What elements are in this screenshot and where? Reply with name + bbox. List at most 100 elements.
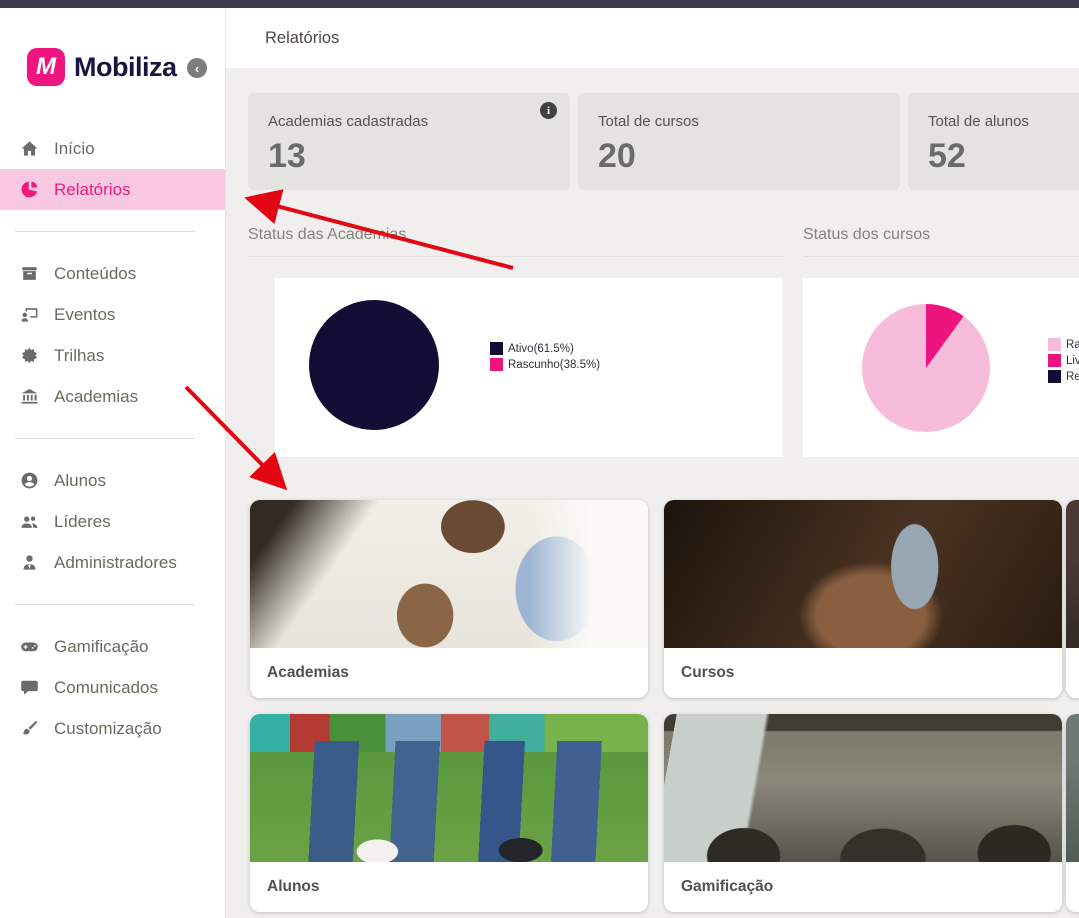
sidebar-item-customizacao[interactable]: Customização bbox=[0, 708, 225, 749]
sidebar-item-eventos[interactable]: Eventos bbox=[0, 294, 225, 335]
app-window: M Mobiliza ‹ Início Relatórios bbox=[0, 0, 1079, 918]
mobiliza-logo-icon: M bbox=[27, 48, 65, 86]
legend-item-rascunho[interactable]: Rascunho(15%) bbox=[1048, 338, 1079, 351]
sidebar-item-label: Academias bbox=[54, 387, 138, 407]
stat-card-total-cursos: Total de cursos 20 bbox=[578, 93, 900, 190]
pie-chart-icon bbox=[18, 180, 40, 199]
legend-item-restrito[interactable]: Restrito(0%) bbox=[1048, 370, 1079, 383]
sidebar-item-label: Gamificação bbox=[54, 637, 148, 657]
clipped-card-image bbox=[1066, 714, 1079, 862]
sidebar-item-label: Administradores bbox=[54, 553, 177, 573]
legend-label: Livre(85%) bbox=[1066, 355, 1079, 367]
sidebar-item-academias[interactable]: Academias bbox=[0, 376, 225, 417]
home-icon bbox=[18, 139, 40, 158]
brand-name: Mobiliza bbox=[74, 52, 177, 83]
sidebar-item-trilhas[interactable]: Trilhas bbox=[0, 335, 225, 376]
speech-bubble-icon bbox=[18, 678, 40, 697]
sidebar-item-label: Início bbox=[54, 139, 95, 159]
chart-legend: Rascunho(15%) Livre(85%) Restrito(0%) bbox=[1048, 338, 1079, 386]
clipped-card-image bbox=[1066, 500, 1079, 648]
stats-row: i Academias cadastradas 13 Total de curs… bbox=[248, 93, 1079, 190]
top-accent-bar bbox=[0, 0, 1079, 8]
legend-item-livre[interactable]: Livre(85%) bbox=[1048, 354, 1079, 367]
report-card-label: Gamificação bbox=[664, 862, 1062, 912]
legend-label: Rascunho(15%) bbox=[1066, 339, 1079, 351]
stat-card-total-alunos: Total de alunos 52 bbox=[908, 93, 1079, 190]
sidebar: M Mobiliza ‹ Início Relatórios bbox=[0, 8, 226, 918]
report-card-clipped-1[interactable] bbox=[1066, 500, 1079, 698]
info-icon[interactable]: i bbox=[540, 102, 557, 119]
sidebar-item-label: Customização bbox=[54, 719, 162, 739]
sidebar-item-alunos[interactable]: Alunos bbox=[0, 460, 225, 501]
sidebar-collapse-button[interactable]: ‹ bbox=[187, 58, 207, 78]
presentation-user-icon bbox=[18, 305, 40, 324]
report-card-clipped-2[interactable] bbox=[1066, 714, 1079, 912]
sidebar-item-conteudos[interactable]: Conteúdos bbox=[0, 253, 225, 294]
main-area: Relatórios i Academias cadastradas 13 To… bbox=[225, 8, 1079, 918]
legend-swatch bbox=[490, 342, 503, 355]
archive-icon bbox=[18, 264, 40, 283]
sidebar-divider bbox=[15, 438, 195, 439]
stat-value: 20 bbox=[598, 137, 880, 176]
sidebar-item-label: Relatórios bbox=[54, 180, 131, 200]
report-card-label: Cursos bbox=[664, 648, 1062, 698]
brand-logo[interactable]: M Mobiliza bbox=[27, 48, 177, 86]
badge-icon bbox=[18, 346, 40, 365]
legend-label: Ativo(61.5%) bbox=[508, 343, 574, 355]
alunos-card-image bbox=[250, 714, 648, 862]
report-card-label: Academias bbox=[250, 648, 648, 698]
pie-chart-card-academias: Ativo(61.5%) Rascunho(38.5%) bbox=[275, 278, 783, 457]
report-card-gamificacao[interactable]: Gamificação bbox=[664, 714, 1062, 912]
stat-label: Total de cursos bbox=[598, 113, 880, 130]
sidebar-item-label: Líderes bbox=[54, 512, 111, 532]
report-card-label bbox=[1066, 648, 1079, 698]
cursos-card-image bbox=[664, 500, 1062, 648]
legend-item-ativo[interactable]: Ativo(61.5%) bbox=[490, 342, 600, 355]
gamificacao-card-image bbox=[664, 714, 1062, 862]
report-card-academias[interactable]: Academias bbox=[250, 500, 648, 698]
stat-value: 52 bbox=[928, 137, 1079, 176]
stat-card-academias-cadastradas: i Academias cadastradas 13 bbox=[248, 93, 570, 190]
sidebar-item-comunicados[interactable]: Comunicados bbox=[0, 667, 225, 708]
stat-label: Academias cadastradas bbox=[268, 113, 550, 130]
user-tie-icon bbox=[18, 553, 40, 572]
academias-card-image bbox=[250, 500, 648, 648]
report-card-label: Alunos bbox=[250, 862, 648, 912]
sidebar-item-inicio[interactable]: Início bbox=[0, 128, 225, 169]
sidebar-item-label: Eventos bbox=[54, 305, 115, 325]
stat-value: 13 bbox=[268, 137, 550, 176]
page-title: Relatórios bbox=[265, 29, 339, 48]
content-area: i Academias cadastradas 13 Total de curs… bbox=[225, 68, 1079, 918]
sidebar-item-label: Conteúdos bbox=[54, 264, 136, 284]
report-card-cursos[interactable]: Cursos bbox=[664, 500, 1062, 698]
section-title-status-academias: Status das Academias bbox=[248, 226, 783, 257]
sidebar-item-administradores[interactable]: Administradores bbox=[0, 542, 225, 583]
stat-label: Total de alunos bbox=[928, 113, 1079, 130]
sidebar-item-label: Trilhas bbox=[54, 346, 104, 366]
section-title-status-cursos: Status dos cursos bbox=[803, 226, 1079, 257]
gamepad-icon bbox=[18, 637, 40, 656]
page-header: Relatórios bbox=[225, 8, 1079, 68]
report-card-alunos[interactable]: Alunos bbox=[250, 714, 648, 912]
user-circle-icon bbox=[18, 471, 40, 490]
legend-item-rascunho[interactable]: Rascunho(38.5%) bbox=[490, 358, 600, 371]
legend-swatch bbox=[1048, 338, 1061, 351]
sidebar-item-relatorios[interactable]: Relatórios bbox=[0, 169, 225, 210]
legend-swatch bbox=[1048, 370, 1061, 383]
legend-swatch bbox=[1048, 354, 1061, 367]
sidebar-item-gamificacao[interactable]: Gamificação bbox=[0, 626, 225, 667]
sidebar-divider bbox=[15, 231, 195, 232]
paintbrush-icon bbox=[18, 719, 40, 738]
sidebar-item-label: Alunos bbox=[54, 471, 106, 491]
chart-legend: Ativo(61.5%) Rascunho(38.5%) bbox=[490, 342, 600, 374]
pie-chart-card-cursos: Rascunho(15%) Livre(85%) Restrito(0%) bbox=[803, 278, 1079, 457]
legend-swatch bbox=[490, 358, 503, 371]
legend-label: Restrito(0%) bbox=[1066, 371, 1079, 383]
legend-label: Rascunho(38.5%) bbox=[508, 359, 600, 371]
sidebar-nav: Início Relatórios Conteúdos Eventos bbox=[0, 128, 225, 749]
pie-chart-cursos bbox=[862, 304, 990, 432]
sidebar-divider bbox=[15, 604, 195, 605]
report-card-label bbox=[1066, 862, 1079, 912]
bank-icon bbox=[18, 387, 40, 406]
sidebar-item-lideres[interactable]: Líderes bbox=[0, 501, 225, 542]
